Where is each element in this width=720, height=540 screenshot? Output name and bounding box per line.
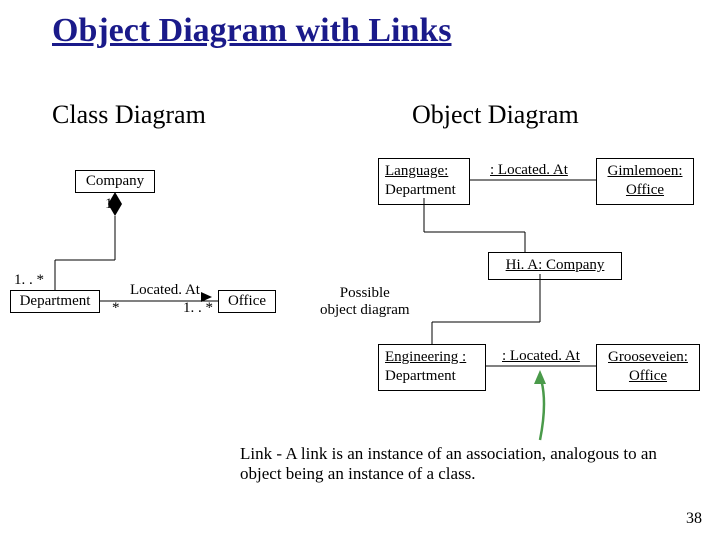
class-office: Office [218,290,276,313]
footer-note: Link - A link is an instance of an assoc… [240,444,670,484]
page-number: 38 [686,510,702,528]
obj-engineering-name: Engineering : [385,349,466,365]
page-title: Object Diagram with Links [52,12,452,50]
obj-gimlemoen-name: Gimlemoen: [608,163,683,179]
obj-gimlemoen: Gimlemoen: Office [596,158,694,205]
obj-grooseveien-name: Grooseveien: [608,349,688,365]
obj-gimlemoen-class: Office [603,181,687,200]
obj-language-name: Language: [385,163,448,179]
obj-engineering: Engineering : Department [378,344,486,391]
class-department: Department [10,290,100,313]
link-located-at-1: : Located. At [490,162,568,179]
obj-language: Language: Department [378,158,470,205]
class-diagram-heading: Class Diagram [52,100,206,130]
obj-hia-name: Hi. A: Company [506,257,605,273]
mult-1-star-a: 1. . * [14,272,44,289]
possible-caption: Possible object diagram [320,285,410,320]
mult-1-star-b: 1. . * [183,300,213,317]
obj-engineering-class: Department [385,367,479,386]
object-diagram-heading: Object Diagram [412,100,579,130]
mult-1: 1 [105,196,113,213]
obj-grooseveien-class: Office [603,367,693,386]
mult-star: * [112,300,120,317]
obj-hia: Hi. A: Company [488,252,622,280]
obj-grooseveien: Grooseveien: Office [596,344,700,391]
class-company: Company [75,170,155,193]
obj-language-class: Department [385,181,463,200]
link-located-at-2: : Located. At [502,348,580,365]
assoc-located-at: Located. At [130,282,200,299]
